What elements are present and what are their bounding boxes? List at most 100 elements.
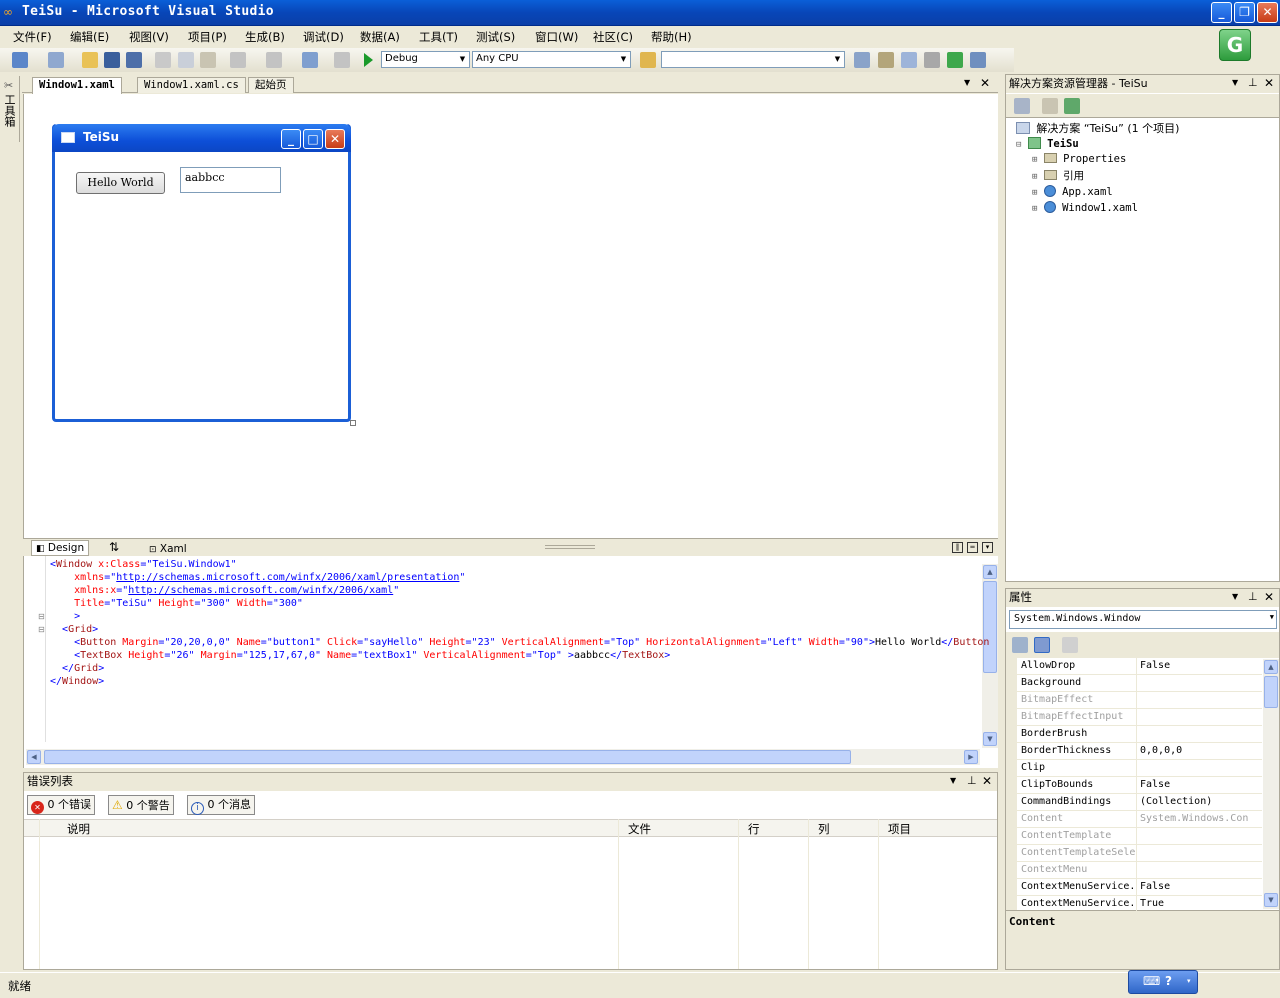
column-file[interactable]: 文件 bbox=[628, 821, 651, 837]
xaml-code-line[interactable]: </Grid> bbox=[50, 662, 104, 675]
horizontal-split-icon[interactable]: ═ bbox=[967, 542, 978, 553]
add-item-icon[interactable] bbox=[48, 52, 64, 68]
close-button[interactable]: ✕ bbox=[1257, 2, 1278, 23]
property-value[interactable]: (Collection) bbox=[1140, 794, 1262, 810]
column-description[interactable]: 说明 bbox=[67, 821, 90, 837]
wpf-window-title-bar[interactable]: TeiSu _ □ ✕ bbox=[52, 124, 351, 152]
wpf-resize-handle[interactable] bbox=[350, 420, 356, 426]
property-row[interactable]: BorderThickness 0,0,0,0 bbox=[1016, 743, 1262, 760]
props-scroll-thumb[interactable] bbox=[1264, 676, 1278, 708]
tree-project[interactable]: ⊟ TeiSu bbox=[1016, 137, 1079, 150]
xaml-code-line[interactable]: <Grid> bbox=[50, 623, 98, 636]
column-column[interactable]: 列 bbox=[818, 821, 830, 837]
vertical-scroll-thumb[interactable] bbox=[983, 581, 997, 673]
refresh-icon[interactable] bbox=[1064, 98, 1080, 114]
solution-configuration-select[interactable]: Debug ▼ bbox=[381, 51, 470, 68]
wpf-close-button[interactable]: ✕ bbox=[325, 129, 345, 149]
property-pages-icon[interactable] bbox=[1062, 637, 1078, 653]
property-row[interactable]: ClipToBounds False bbox=[1016, 777, 1262, 794]
property-row[interactable]: CommandBindings (Collection) bbox=[1016, 794, 1262, 811]
solution-explorer-pin-icon[interactable]: ⊥ bbox=[1248, 76, 1258, 89]
help-icon[interactable]: ? bbox=[1165, 974, 1172, 988]
categorized-icon[interactable] bbox=[1012, 637, 1028, 653]
menu-item-6[interactable]: 数据(A) bbox=[360, 29, 400, 45]
tab-list-dropdown-icon[interactable]: ▼ bbox=[964, 78, 970, 87]
menu-item-5[interactable]: 调试(D) bbox=[303, 29, 344, 45]
errors-filter-button[interactable]: ✕ 0 个错误 bbox=[27, 795, 95, 815]
scroll-up-icon[interactable]: ▲ bbox=[983, 565, 997, 579]
menu-item-4[interactable]: 生成(B) bbox=[245, 29, 285, 45]
column-project[interactable]: 项目 bbox=[888, 821, 911, 837]
property-row[interactable]: BorderBrush bbox=[1016, 726, 1262, 743]
tree-solution[interactable]: 解决方案 “TeiSu” (1 个项目) bbox=[1016, 120, 1179, 136]
tab-design[interactable]: ◧ Design bbox=[31, 540, 90, 556]
property-row[interactable]: ContextMenu bbox=[1016, 862, 1262, 879]
property-value[interactable]: False bbox=[1140, 658, 1262, 674]
tree-item-app-xaml[interactable]: ⊞ App.xaml bbox=[1032, 185, 1113, 198]
error-list-menu-icon[interactable]: ▼ bbox=[950, 776, 956, 785]
messages-filter-button[interactable]: i 0 个消息 bbox=[187, 795, 255, 815]
xaml-code-line[interactable]: > bbox=[50, 610, 80, 623]
menu-item-2[interactable]: 视图(V) bbox=[129, 29, 169, 45]
object-selector[interactable]: System.Windows.Window ▼ bbox=[1009, 610, 1277, 629]
expand-icon[interactable]: ⊞ bbox=[1032, 172, 1037, 182]
property-row[interactable]: Background bbox=[1016, 675, 1262, 692]
properties-close-icon[interactable]: ✕ bbox=[1264, 590, 1274, 604]
menu-item-0[interactable]: 文件(F) bbox=[13, 29, 52, 45]
column-line[interactable]: 行 bbox=[748, 821, 760, 837]
vertical-split-icon[interactable]: ‖ bbox=[952, 542, 963, 553]
collapse-window-icon[interactable]: ⊟ bbox=[38, 612, 45, 621]
xaml-code-line[interactable]: <TextBox Height="26" Margin="125,17,67,0… bbox=[50, 649, 670, 662]
menu-item-1[interactable]: 编辑(E) bbox=[70, 29, 109, 45]
navigate-backward-icon[interactable] bbox=[302, 52, 318, 68]
menu-item-8[interactable]: 测试(S) bbox=[476, 29, 515, 45]
splitter-grip[interactable] bbox=[545, 545, 595, 549]
wpf-maximize-button[interactable]: □ bbox=[303, 129, 323, 149]
error-list-pin-icon[interactable]: ⊥ bbox=[967, 774, 977, 787]
tab-window1-xaml[interactable]: Window1.xaml bbox=[32, 77, 122, 94]
alphabetical-icon[interactable] bbox=[1034, 637, 1050, 653]
property-value[interactable]: False bbox=[1140, 777, 1262, 793]
property-row[interactable]: ContextMenuService. False bbox=[1016, 879, 1262, 896]
warnings-filter-button[interactable]: ⚠ 0 个警告 bbox=[108, 795, 174, 815]
swap-panes-button[interactable]: ⇅ bbox=[109, 540, 119, 554]
horizontal-scroll-thumb[interactable] bbox=[44, 750, 851, 764]
tree-item-window1-xaml[interactable]: ⊞ Window1.xaml bbox=[1032, 201, 1138, 214]
menu-item-10[interactable]: 社区(C) bbox=[593, 29, 633, 45]
properties-window-icon[interactable] bbox=[878, 52, 894, 68]
xaml-code-line[interactable]: </Window> bbox=[50, 675, 104, 688]
property-row[interactable]: ContextMenuService. True bbox=[1016, 896, 1262, 913]
solution-explorer-close-icon[interactable]: ✕ bbox=[1264, 76, 1274, 90]
collapse-grid-icon[interactable]: ⊟ bbox=[38, 625, 45, 634]
property-value[interactable]: System.Windows.Con bbox=[1140, 811, 1262, 827]
solution-explorer-menu-icon[interactable]: ▼ bbox=[1232, 78, 1238, 87]
menu-item-7[interactable]: 工具(T) bbox=[419, 29, 458, 45]
xaml-editor[interactable]: ⊟ ⊟ ▲ ▼ ◀ ▶ <Window x:Class="TeiSu.Windo… bbox=[23, 556, 998, 768]
object-browser-icon[interactable] bbox=[901, 52, 917, 68]
ime-language-bar[interactable]: ⌨ ? ▾ bbox=[1128, 970, 1198, 994]
expand-icon[interactable]: ⊞ bbox=[1032, 188, 1037, 198]
textbox1-preview[interactable]: aabbcc bbox=[180, 167, 281, 193]
tree-item-properties[interactable]: ⊞ Properties bbox=[1032, 153, 1126, 165]
scroll-down-icon[interactable]: ▼ bbox=[983, 732, 997, 746]
find-in-files-icon[interactable] bbox=[640, 52, 656, 68]
xaml-code-line[interactable]: xmlns:x="http://schemas.microsoft.com/wi… bbox=[50, 584, 399, 597]
show-all-files-icon[interactable] bbox=[1014, 98, 1030, 114]
save-all-icon[interactable] bbox=[126, 52, 142, 68]
vertical-scrollbar[interactable]: ▲ ▼ bbox=[982, 564, 998, 748]
undo-icon[interactable] bbox=[230, 52, 246, 68]
expand-icon[interactable]: ⊞ bbox=[1032, 204, 1037, 214]
redo-icon[interactable] bbox=[266, 52, 282, 68]
xaml-code-line[interactable]: <Button Margin="20,20,0,0" Name="button1… bbox=[50, 636, 989, 649]
restore-button[interactable]: ❐ bbox=[1234, 2, 1255, 23]
copy-icon[interactable] bbox=[178, 52, 194, 68]
wpf-minimize-button[interactable]: _ bbox=[281, 129, 301, 149]
save-icon[interactable] bbox=[104, 52, 120, 68]
property-value[interactable]: True bbox=[1140, 896, 1262, 912]
properties-scrollbar[interactable]: ▲ ▼ bbox=[1263, 659, 1279, 909]
new-project-icon[interactable] bbox=[12, 52, 28, 68]
start-page-icon[interactable] bbox=[947, 52, 963, 68]
keyboard-icon[interactable]: ⌨ bbox=[1143, 974, 1160, 988]
find-combo[interactable]: ▼ bbox=[661, 51, 845, 68]
command-window-icon[interactable] bbox=[970, 52, 986, 68]
